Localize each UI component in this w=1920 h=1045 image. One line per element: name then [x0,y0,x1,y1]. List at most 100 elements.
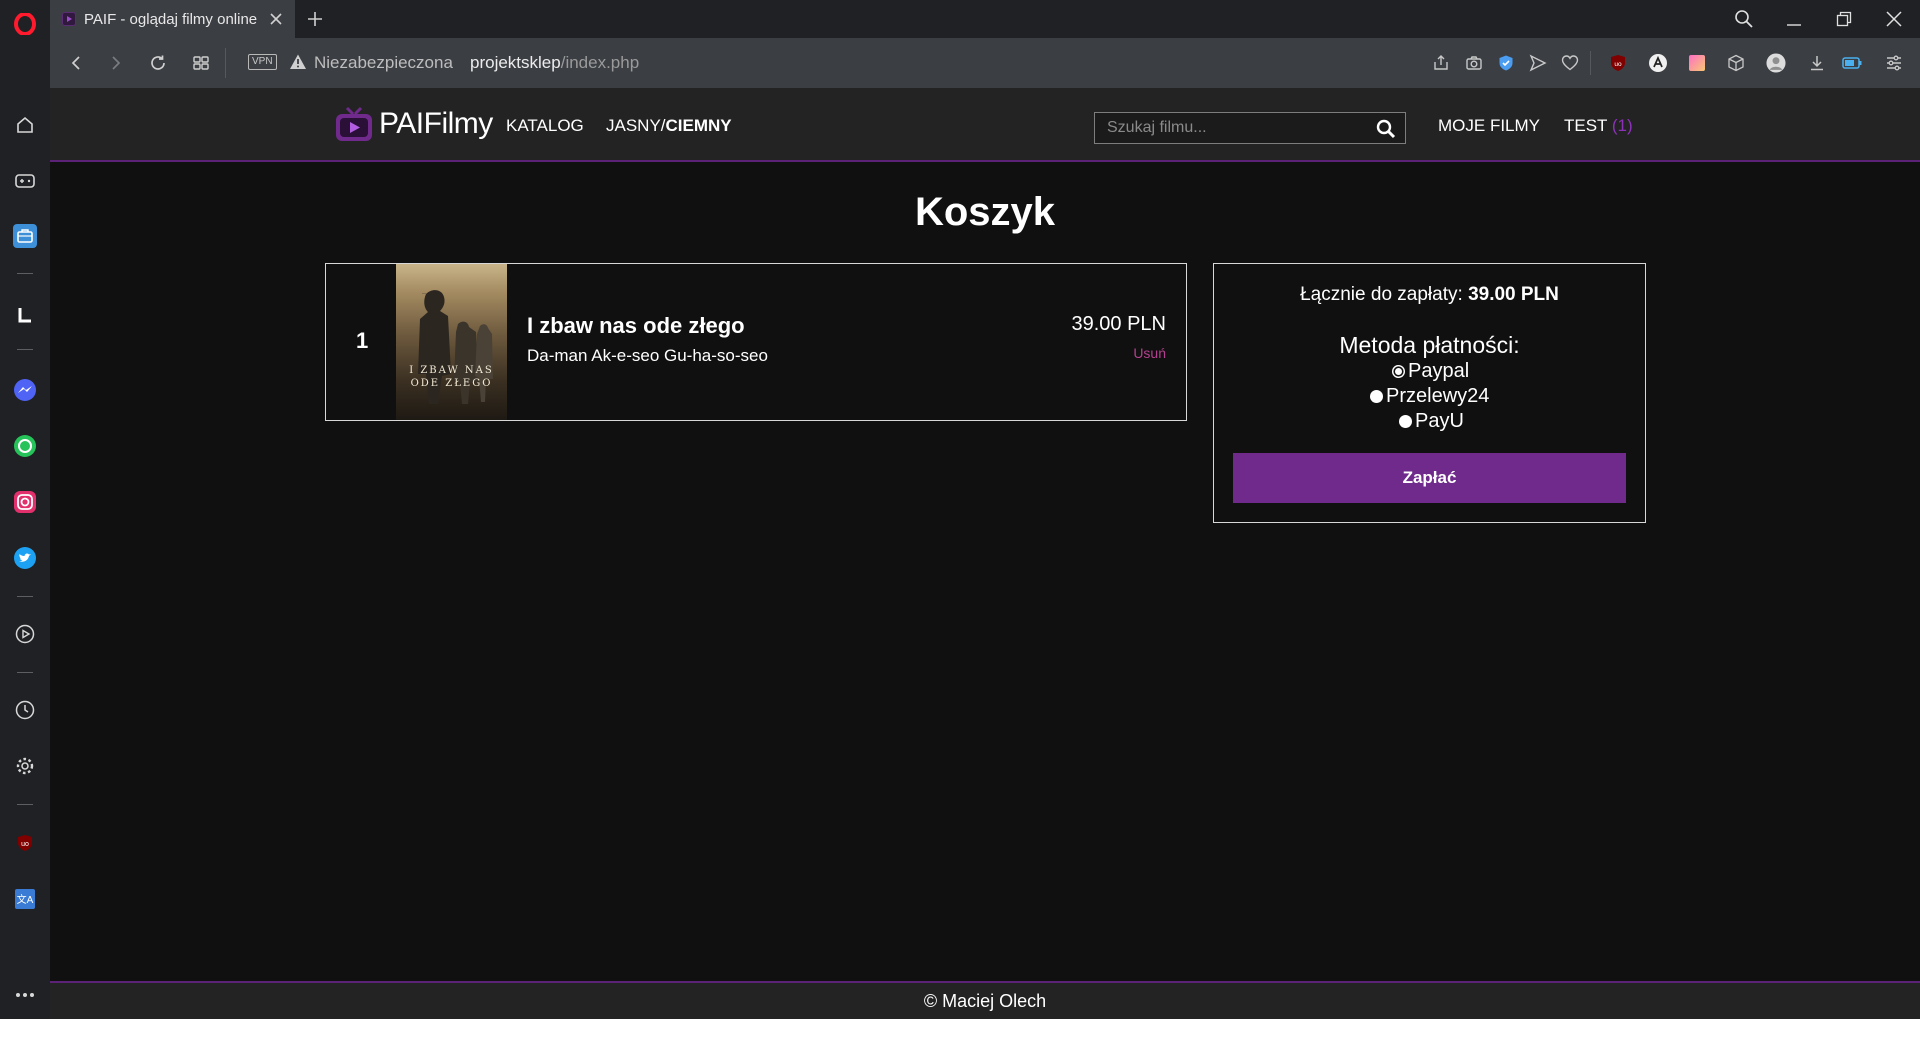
total-value: 39.00 PLN [1468,284,1559,305]
cart-item-title[interactable]: I zbaw nas ode złego [527,313,745,339]
url-host: projektsklep [470,53,561,72]
share-icon[interactable] [1431,53,1451,73]
site-logo[interactable]: PAIFilmy [334,105,493,143]
payment-option-przelewy24[interactable]: Przelewy24 [1370,385,1489,408]
settings-gear-icon[interactable] [9,750,41,782]
send-icon[interactable] [1528,53,1548,73]
site-footer: © Maciej Olech [50,981,1920,1019]
home-icon[interactable] [9,109,41,141]
radio-payu[interactable] [1399,415,1412,428]
battery-saver-icon[interactable] [1842,53,1862,73]
whatsapp-icon[interactable] [9,430,41,462]
payment-option-label: Paypal [1408,360,1470,382]
svg-text:文A: 文A [17,893,34,906]
workspace-icon[interactable] [9,220,41,252]
svg-text:uo: uo [1614,61,1622,68]
cart-item-index: 1 [356,328,369,353]
poster-tagline: — [422,290,426,295]
tab-strip: PAIF - oglądaj filmy online [50,0,1920,38]
radio-przelewy24[interactable] [1370,390,1383,403]
cart-item: 1 — I ZBAW NAS ODE ZŁEGO I zbaw nas ode … [325,263,1187,421]
nav-user-cart[interactable]: TEST (1) [1564,116,1633,136]
aria-icon[interactable] [9,299,41,331]
tab-title: PAIF - oglądaj filmy online [84,10,258,28]
security-label[interactable]: Niezabezpieczona [314,53,453,73]
shield-icon[interactable] [1496,53,1516,73]
new-tab-icon[interactable] [305,9,325,29]
cart-item-original-title: Da-man Ak-e-seo Gu-ha-so-seo [527,346,768,365]
sidebar-divider [17,672,33,673]
poster-title: I ZBAW NAS ODE ZŁEGO [409,365,494,389]
minimize-icon[interactable] [1780,6,1808,32]
account-avatar-icon[interactable] [1766,53,1786,73]
search-icon[interactable] [1375,118,1397,140]
dev-extension-icon[interactable] [1648,53,1668,73]
gaming-icon[interactable] [9,165,41,197]
easy-setup-icon[interactable] [1884,53,1904,73]
url-path: /index.php [560,53,640,72]
payment-option-paypal[interactable]: Paypal [1392,360,1469,383]
poster-figures-icon [418,290,493,404]
camera-icon[interactable] [1464,53,1484,73]
forward-icon[interactable] [104,51,128,75]
opera-logo-icon[interactable] [9,8,41,40]
cart-item-price: 39.00 PLN [1071,313,1166,335]
radio-paypal[interactable] [1392,365,1405,378]
tv-logo-icon [336,106,372,141]
user-name: TEST [1564,116,1608,135]
sidebar-divider [17,349,33,350]
theme-light-label: JASNY/ [606,116,666,135]
remove-item-link[interactable]: Usuń [1133,345,1166,361]
svg-text:uo: uo [21,841,29,848]
order-summary: Łącznie do zapłaty: 39.00 PLN Metoda pła… [1213,263,1646,523]
download-icon[interactable] [1807,53,1827,73]
close-tab-icon[interactable] [267,10,285,28]
site-header: PAIFilmy KATALOG JASNY/CIEMNY MOJE FILMY… [50,88,1920,162]
payment-method-label: Metoda płatności: [1339,332,1520,358]
player-icon[interactable] [9,618,41,650]
close-window-icon[interactable] [1880,6,1908,32]
cube-icon[interactable] [1726,53,1746,73]
twitter-icon[interactable] [9,542,41,574]
back-icon[interactable] [64,51,88,75]
pay-button[interactable]: Zapłać [1233,453,1626,503]
sidebar-divider [17,596,33,597]
web-page: PAIFilmy KATALOG JASNY/CIEMNY MOJE FILMY… [50,88,1920,1019]
search-input[interactable] [1095,113,1365,143]
payment-option-payu[interactable]: PayU [1399,410,1464,433]
more-icon[interactable] [9,979,41,1011]
address-divider [225,48,226,78]
history-icon[interactable] [9,694,41,726]
tab-search-icon[interactable] [1730,6,1758,32]
ublock-extension-icon[interactable]: uo [1608,53,1628,73]
total-line: Łącznie do zapłaty: 39.00 PLN [1214,284,1645,306]
messenger-icon[interactable] [9,374,41,406]
payment-option-label: Przelewy24 [1386,385,1490,407]
heart-icon[interactable] [1560,53,1580,73]
toolbar-divider [1590,51,1591,75]
reload-icon[interactable] [146,51,170,75]
ublock-icon[interactable]: uo [9,827,41,859]
search-box [1094,112,1406,144]
tab-grid-icon[interactable] [189,51,213,75]
nav-my-movies[interactable]: MOJE FILMY [1438,116,1540,136]
sidebar-divider [17,273,33,274]
total-label: Łącznie do zapłaty: [1300,284,1463,305]
warning-icon[interactable] [289,53,307,71]
translator-icon[interactable]: 文A [9,883,41,915]
address-bar: VPN Niezabezpieczona projektsklep/index.… [50,38,1920,88]
footer-copyright: © Maciej Olech [923,990,1047,1011]
vpn-badge[interactable]: VPN [248,54,277,70]
nav-catalog[interactable]: KATALOG [506,116,584,136]
cart-count-badge: (1) [1611,116,1633,135]
gradient-extension-icon[interactable] [1687,53,1707,73]
movie-poster[interactable]: — I ZBAW NAS ODE ZŁEGO [396,264,507,420]
theme-toggle[interactable]: JASNY/CIEMNY [606,116,732,136]
browser-sidebar: uo 文A [0,0,50,1019]
sidebar-divider [17,804,33,805]
payment-option-label: PayU [1415,410,1464,432]
restore-icon[interactable] [1830,6,1858,32]
url-text[interactable]: projektsklep/index.php [470,53,639,73]
instagram-icon[interactable] [9,486,41,518]
tab-active[interactable]: PAIF - oglądaj filmy online [50,0,295,38]
